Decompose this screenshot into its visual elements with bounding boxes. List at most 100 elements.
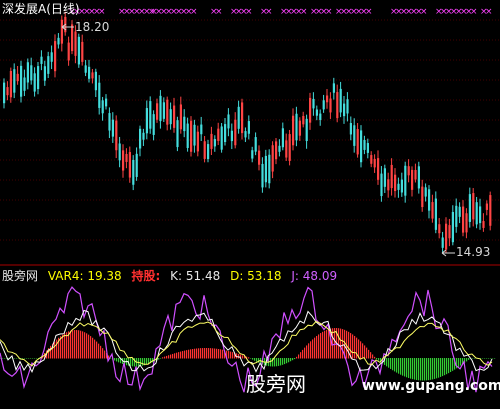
histogram-bar: [170, 354, 172, 359]
var4-value: VAR4: 19.38: [47, 269, 122, 283]
histogram-bar: [374, 356, 376, 359]
candle-body: [128, 152, 131, 178]
candle-body: [91, 72, 94, 79]
histogram-bar: [472, 358, 474, 359]
candle-body: [451, 212, 454, 243]
watermark-url: www.gupang.com: [362, 378, 500, 394]
histogram-bar: [96, 341, 98, 359]
candle-body: [271, 145, 274, 172]
histogram-bar: [362, 343, 364, 359]
histogram-bar: [436, 358, 438, 379]
histogram-bar: [354, 335, 356, 359]
candle-body: [54, 41, 57, 72]
histogram-bar: [232, 352, 234, 359]
candle-body: [309, 97, 312, 123]
histogram-bar: [56, 339, 58, 359]
histogram-bar: [76, 330, 78, 359]
histogram-bar: [312, 339, 314, 359]
histogram-bar: [304, 347, 306, 359]
candle-body: [373, 158, 376, 168]
histogram-bar: [324, 330, 326, 359]
candle-body: [377, 158, 380, 180]
histogram-bar: [222, 349, 224, 359]
histogram-bar: [288, 358, 290, 363]
histogram-bar: [326, 329, 328, 359]
candle-body: [315, 109, 318, 116]
histogram-bar: [98, 343, 100, 359]
candle-body: [441, 237, 444, 248]
histogram-bar: [450, 358, 452, 373]
histogram-bar: [368, 349, 370, 359]
signal-x-marker: ×: [365, 7, 373, 17]
candle-body: [485, 203, 488, 210]
candle-body: [261, 163, 264, 188]
histogram-bar: [80, 330, 82, 359]
signal-x-marker: ×: [190, 7, 198, 17]
histogram-bar: [372, 354, 374, 359]
candle-body: [455, 205, 458, 227]
histogram-bar: [90, 336, 92, 359]
histogram-bar: [256, 358, 258, 362]
hold-label: 持股:: [131, 269, 161, 283]
candle-body: [67, 42, 70, 61]
candle-body: [132, 159, 135, 185]
histogram-bar: [488, 358, 490, 359]
histogram-bar: [2, 358, 4, 359]
histogram-bar: [212, 348, 214, 359]
histogram-bar: [482, 358, 484, 359]
histogram-bar: [348, 331, 350, 359]
histogram-bar: [228, 351, 230, 359]
histogram-bar: [66, 332, 68, 359]
histogram-bar: [16, 358, 18, 359]
candle-body: [251, 150, 254, 159]
histogram-bar: [86, 333, 88, 359]
candle-body: [428, 189, 431, 211]
candle-body: [326, 95, 329, 103]
signal-x-marker: ×: [300, 7, 308, 17]
candle-body: [322, 100, 325, 110]
signal-markers: ××××××× ×××××××××××××××× ×× ×××× ×× ××××× ××××…: [68, 7, 493, 17]
histogram-bar: [206, 348, 208, 359]
histogram-bar: [390, 358, 392, 369]
candle-body: [94, 71, 97, 91]
candle-body: [183, 116, 186, 132]
histogram-bar: [62, 334, 64, 359]
histogram-bar: [270, 358, 272, 367]
histogram-bar: [164, 356, 166, 359]
histogram-bar: [274, 358, 276, 367]
signal-x-marker: ×: [265, 7, 273, 17]
histogram-bar: [306, 345, 308, 359]
histogram-bar: [400, 358, 402, 375]
candle-body: [278, 145, 281, 152]
indicator-name: 股旁网: [2, 269, 39, 283]
candle-body: [230, 130, 233, 142]
candle-body: [111, 119, 114, 137]
candle-body: [411, 169, 414, 190]
candle-body: [162, 102, 165, 119]
histogram-bar: [494, 358, 496, 359]
low-price-label: 14.93: [456, 245, 491, 259]
histogram-bar: [442, 358, 444, 377]
kline-chart-canvas[interactable]: ××××××× ×××××××××××××××× ×× ×××× ×× ××××× ××××…: [0, 0, 500, 409]
histogram-bar: [104, 350, 106, 359]
candle-body: [356, 128, 359, 155]
signal-x-marker: ×: [98, 7, 106, 17]
histogram-bar: [208, 348, 210, 359]
candle-body: [298, 120, 301, 136]
candle-body: [9, 70, 12, 98]
histogram-bar: [490, 358, 492, 359]
candle-body: [193, 124, 196, 146]
histogram-bar: [418, 358, 420, 381]
histogram-bar: [194, 348, 196, 359]
histogram-bar: [284, 358, 286, 365]
histogram-bar: [70, 330, 72, 359]
candle-body: [30, 65, 33, 81]
candle-body: [383, 168, 386, 187]
histogram-bar: [190, 349, 192, 359]
candle-body: [81, 41, 84, 62]
candle-body: [125, 153, 128, 162]
candle-body: [210, 133, 213, 149]
signal-x-marker: ×: [245, 7, 253, 17]
histogram-bar: [392, 358, 394, 371]
histogram-bar: [402, 358, 404, 376]
